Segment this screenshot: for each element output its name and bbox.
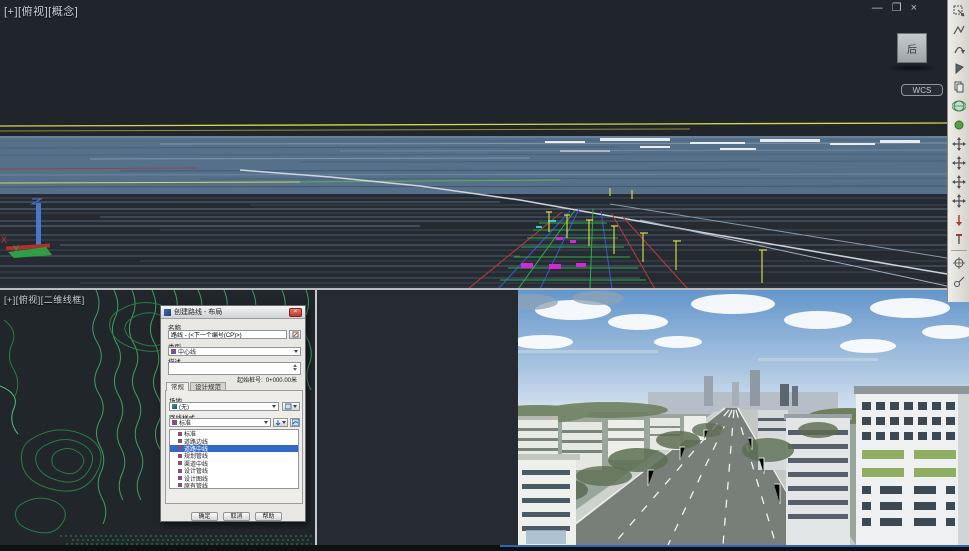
bottom-blue-line: [500, 545, 969, 547]
style-item-icon: [178, 483, 182, 487]
axis-target-icon[interactable]: [950, 254, 968, 271]
dialog-app-icon: [164, 309, 171, 316]
wireframe-scene: X Y: [0, 0, 947, 289]
ucs-x-label: X: [1, 235, 7, 245]
bottom-edge-strip: [0, 545, 969, 551]
chevron-down-icon: [272, 405, 276, 408]
navigation-toolbar: [947, 0, 969, 302]
general-tab-panel: 场地 (无) 路线样式 标准 标准 道路: [165, 390, 303, 504]
survey-point-icon[interactable]: [950, 273, 968, 290]
tab-general[interactable]: 常规: [166, 382, 189, 391]
centerline-type-icon: [171, 349, 176, 354]
style-dropdown[interactable]: 标准: [169, 418, 271, 427]
wcs-dropdown[interactable]: WCS: [901, 84, 943, 96]
toolbar-separator: [951, 250, 967, 251]
minimize-icon[interactable]: —: [872, 2, 883, 14]
copy-pages-icon[interactable]: [950, 78, 968, 95]
polyline-icon[interactable]: [950, 21, 968, 38]
sphere-icon[interactable]: [950, 116, 968, 133]
help-button[interactable]: 帮助: [255, 512, 282, 521]
style-item-icon: [178, 469, 182, 473]
style-item-icon: [178, 446, 182, 450]
station-label: 起始桩号:: [237, 378, 263, 384]
window-controls: — ❐ ×: [872, 2, 917, 14]
flag-icon[interactable]: [950, 59, 968, 76]
viewport-divider-vertical[interactable]: [315, 290, 317, 545]
application-window: X Y [+][俯视][概念] — ❐ × 后 WCS [+][俯: [0, 0, 969, 551]
curve-arrow-icon[interactable]: [950, 40, 968, 57]
type-dropdown[interactable]: 中心线: [168, 347, 301, 356]
site-picker-split-button[interactable]: [282, 402, 300, 411]
site-dropdown[interactable]: (无): [169, 402, 279, 411]
pan-arrows-icon[interactable]: [950, 173, 968, 190]
name-template-button[interactable]: [289, 330, 301, 339]
station-value: 0+000.00米: [266, 378, 297, 384]
style-icon: [172, 420, 177, 425]
type-value: 中心线: [178, 347, 196, 356]
site-icon: [172, 404, 177, 409]
ucs-y-label: Y: [13, 244, 19, 254]
pan-arrows-icon[interactable]: [950, 154, 968, 171]
dialog-close-icon[interactable]: ×: [289, 308, 302, 317]
rendered-scene: [518, 290, 969, 545]
style-options-list: 标准 道路边线 道路中线 规划管线 渠道中线 设计管线 设计图线 原有管线: [169, 429, 299, 489]
name-input[interactable]: [171, 332, 284, 338]
style-preview-button[interactable]: [290, 418, 300, 427]
style-item-icon: [178, 432, 182, 436]
style-item-icon: [178, 454, 182, 458]
station-row: 起始桩号:0+000.00米: [237, 375, 297, 384]
create-alignment-dialog: 创建路线 - 布局 × 名称 类型 中心线 描述 起始桩号:0+000.00米 …: [160, 305, 306, 522]
style-edit-split-button[interactable]: [273, 418, 288, 427]
viewcube[interactable]: 后: [897, 33, 927, 63]
scroll-up-icon[interactable]: [293, 364, 297, 367]
pan-arrows-icon[interactable]: [950, 135, 968, 152]
dialog-titlebar[interactable]: 创建路线 - 布局 ×: [161, 306, 305, 319]
style-item-icon: [178, 439, 182, 443]
empty-panel: [317, 290, 518, 545]
name-field-wrap: [168, 330, 287, 339]
pan-arrows-icon[interactable]: [950, 192, 968, 209]
ok-button[interactable]: 确定: [191, 512, 218, 521]
cancel-button[interactable]: 取消: [223, 512, 250, 521]
list-item-label: 原有管线: [184, 481, 208, 489]
dialog-title: 创建路线 - 布局: [174, 307, 289, 317]
style-item-icon: [178, 476, 182, 480]
scroll-down-icon[interactable]: [293, 368, 297, 371]
viewport-rendered-road[interactable]: [518, 290, 969, 545]
marker-arrow-icon[interactable]: [950, 211, 968, 228]
description-scroll[interactable]: [293, 364, 297, 371]
list-item[interactable]: 原有管线: [170, 482, 298, 489]
viewcube-shadow: [886, 64, 938, 72]
lamp-post-icon[interactable]: [950, 230, 968, 247]
style-item-icon: [178, 461, 182, 465]
restore-icon[interactable]: ❐: [892, 2, 902, 14]
chevron-down-icon: [294, 350, 298, 353]
chevron-down-icon: [264, 421, 268, 424]
select-window-icon[interactable]: [950, 2, 968, 19]
viewport-perspective[interactable]: X Y [+][俯视][概念] — ❐ × 后 WCS: [0, 0, 947, 289]
globe-icon[interactable]: [950, 97, 968, 114]
close-icon[interactable]: ×: [911, 2, 917, 14]
description-textarea[interactable]: [168, 362, 301, 375]
site-value: (无): [179, 402, 189, 411]
viewport-divider-horizontal[interactable]: [0, 288, 947, 290]
viewport-label-top[interactable]: [+][俯视][概念]: [4, 3, 78, 19]
style-value: 标准: [179, 418, 191, 427]
